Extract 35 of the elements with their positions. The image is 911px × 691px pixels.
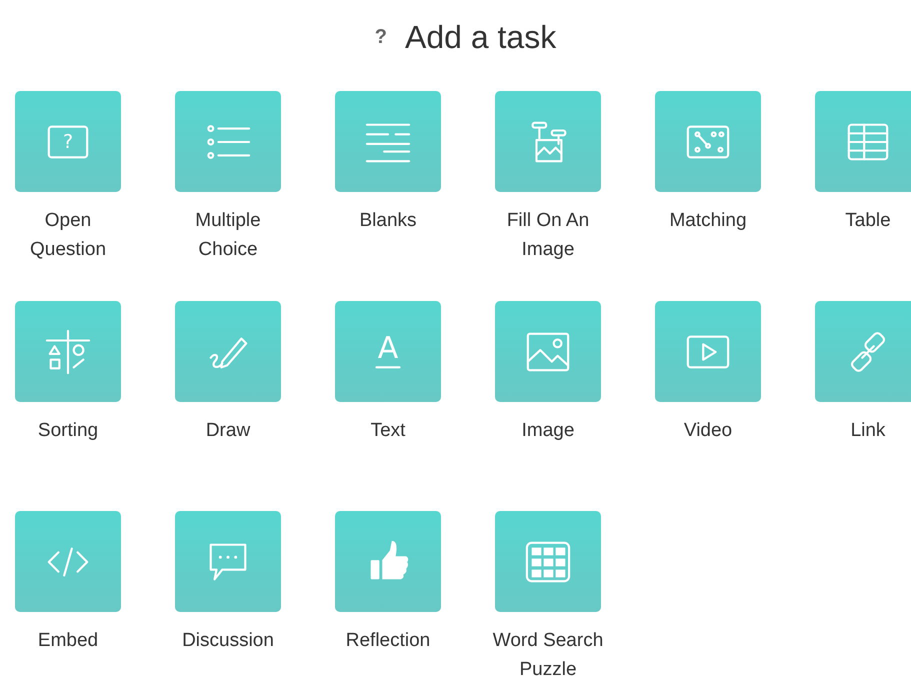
task-label: Table	[844, 209, 892, 233]
task-tile[interactable]	[15, 511, 121, 612]
task-tile[interactable]	[335, 91, 441, 192]
task-tile[interactable]	[655, 91, 761, 192]
task-label: Reflection	[344, 629, 432, 653]
task-label: Draw	[204, 419, 252, 443]
task-tile[interactable]	[815, 301, 911, 402]
task-label: Word Search Puzzle	[492, 629, 604, 682]
help-icon[interactable]: ?	[374, 26, 387, 48]
task-tile[interactable]: ?	[15, 91, 121, 192]
task-label: Embed	[36, 629, 100, 653]
task-label: Multiple Choice	[194, 209, 262, 262]
task-label: Blanks	[358, 209, 418, 233]
task-label: Link	[850, 419, 886, 443]
task-tile[interactable]	[655, 301, 761, 402]
sorting-icon	[45, 328, 91, 374]
task-tile[interactable]: A	[335, 301, 441, 402]
page-title: Add a task	[405, 18, 556, 56]
task-tile[interactable]	[335, 511, 441, 612]
task-tile[interactable]	[815, 91, 911, 192]
task-label: Discussion	[181, 629, 275, 653]
task-label: Sorting	[36, 419, 100, 443]
task-label: Open Question	[28, 209, 108, 262]
task-tile[interactable]	[495, 91, 601, 192]
task-tile[interactable]	[175, 511, 281, 612]
task-label: Text	[370, 419, 406, 443]
task-label: Video	[682, 419, 734, 443]
task-label: Fill On An Image	[506, 209, 590, 262]
task-label: Image	[520, 419, 576, 443]
task-tile[interactable]	[175, 91, 281, 192]
task-label: Matching	[668, 209, 748, 233]
task-tile[interactable]	[15, 301, 121, 402]
task-tile[interactable]	[495, 511, 601, 612]
task-tile[interactable]	[495, 301, 601, 402]
task-tile[interactable]	[175, 301, 281, 402]
